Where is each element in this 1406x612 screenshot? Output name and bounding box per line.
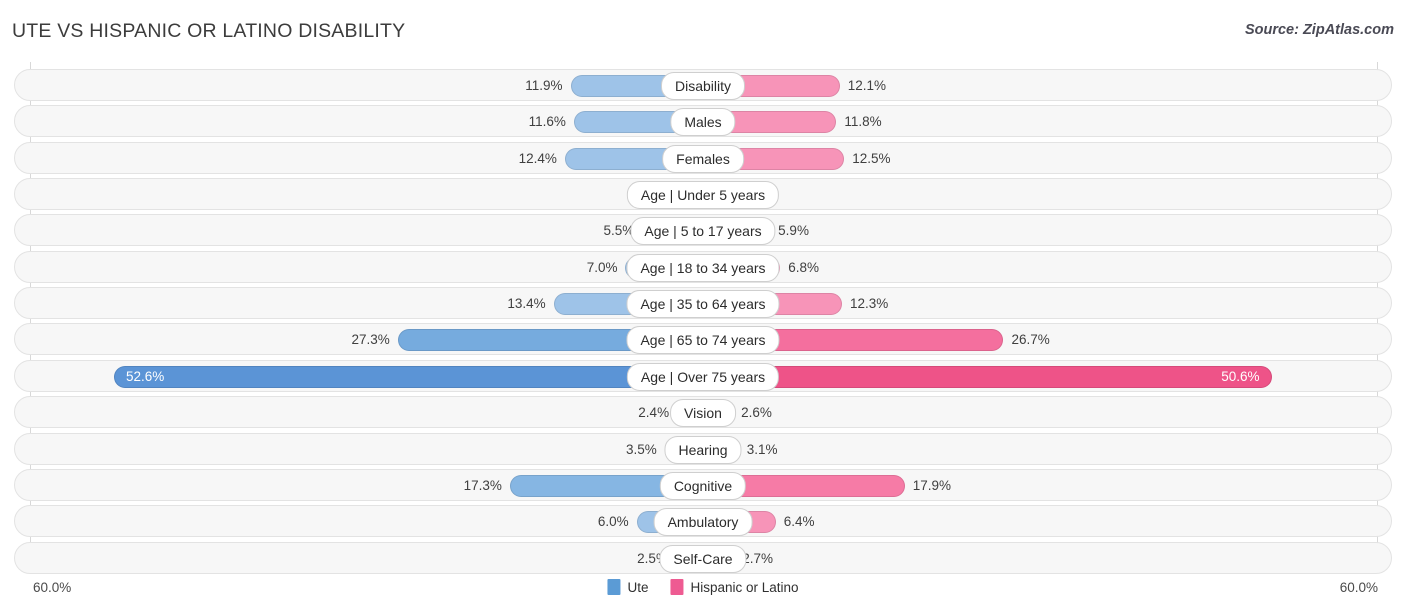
value-label-ute: 11.9% — [525, 78, 563, 93]
table-row[interactable]: 27.3% 26.7% Age | 65 to 74 years — [14, 323, 1392, 356]
value-label-hispanic-or-latino: 11.8% — [844, 114, 882, 130]
category-label: Age | Over 75 years — [626, 362, 780, 391]
legend-swatch-icon — [607, 579, 621, 595]
value-label-hispanic-or-latino: 12.5% — [852, 150, 891, 166]
category-label: Age | 35 to 64 years — [626, 290, 780, 319]
value-label-hispanic-or-latino: 2.6% — [741, 405, 772, 421]
table-row[interactable]: 11.9% 12.1% Disability — [14, 69, 1392, 101]
value-label-ute: 11.6% — [528, 114, 566, 130]
legend-item[interactable]: Ute — [607, 579, 648, 595]
value-label-ute: 2.4% — [638, 405, 670, 421]
value-label-hispanic-or-latino: 3.1% — [746, 441, 778, 457]
value-label-ute: 52.6% — [126, 368, 165, 384]
table-row[interactable]: 2.4% 2.6% Vision — [14, 396, 1392, 429]
legend-label: Hispanic or Latino — [690, 579, 799, 595]
category-label: Age | Under 5 years — [626, 181, 780, 210]
table-row[interactable]: 11.6% 11.8% Males — [14, 105, 1392, 138]
category-label: Age | 65 to 74 years — [626, 326, 780, 355]
value-label-ute: 27.3% — [351, 332, 390, 348]
table-row[interactable]: 2.5% 2.7% Self-Care — [14, 541, 1392, 574]
category-label: Ambulatory — [653, 508, 753, 537]
table-row[interactable]: 5.5% 5.9% Age | 5 to 17 years — [14, 214, 1392, 247]
axis-label-right: 60.0% — [1339, 580, 1378, 595]
value-label-hispanic-or-latino: 5.9% — [778, 223, 809, 239]
category-label: Age | 18 to 34 years — [626, 253, 780, 282]
category-label: Males — [670, 108, 736, 137]
chart-legend: Ute Hispanic or Latino — [607, 579, 799, 595]
value-label-ute: 17.3% — [463, 477, 502, 493]
category-label: Self-Care — [659, 544, 747, 573]
value-label-hispanic-or-latino: 17.9% — [912, 477, 952, 493]
category-label: Disability — [660, 72, 746, 100]
table-row[interactable]: 13.4% 12.3% Age | 35 to 64 years — [14, 287, 1392, 320]
category-label: Age | 5 to 17 years — [630, 217, 776, 246]
value-label-ute: 13.4% — [507, 296, 546, 312]
value-label-hispanic-or-latino: 26.7% — [1011, 332, 1050, 348]
value-label-hispanic-or-latino: 2.7% — [742, 550, 774, 566]
category-label: Cognitive — [659, 471, 747, 500]
page-title: UTE VS HISPANIC OR LATINO DISABILITY — [12, 20, 406, 42]
value-label-hispanic-or-latino: 12.1% — [847, 78, 886, 93]
value-label-ute: 3.5% — [625, 441, 657, 457]
table-row[interactable]: 0.86%1.3%Age | Under 5 years — [14, 178, 1392, 211]
value-label-ute: 5.5% — [603, 223, 635, 239]
value-label-ute: 12.4% — [518, 150, 557, 166]
axis-label-left: 60.0% — [33, 580, 72, 595]
category-label: Vision — [670, 399, 736, 428]
table-row[interactable]: 3.5% 3.1% Hearing — [14, 432, 1392, 465]
value-label-ute: 7.0% — [586, 259, 618, 275]
table-row[interactable]: 52.6% 50.6% Age | Over 75 years — [14, 359, 1392, 392]
legend-label: Ute — [627, 579, 649, 595]
diverging-bar-chart: 11.9% 12.1% Disability 11.6% 11.8% Males 12.4%… — [0, 62, 1406, 574]
source-attribution: Source: ZipAtlas.com — [1244, 22, 1394, 38]
table-row[interactable]: 12.4% 12.5% Females — [14, 141, 1392, 174]
chart-header: UTE VS HISPANIC OR LATINO DISABILITY Sou… — [0, 0, 1406, 62]
table-row[interactable]: 7.0% 6.8% Age | 18 to 34 years — [14, 250, 1392, 283]
legend-swatch-icon — [670, 579, 684, 595]
table-row[interactable]: 17.3% 17.9% Cognitive — [14, 468, 1392, 501]
value-label-ute: 6.0% — [597, 514, 629, 530]
value-label-hispanic-or-latino: 12.3% — [849, 296, 889, 312]
value-label-ute: 2.5% — [637, 550, 668, 566]
category-label: Females — [662, 144, 744, 173]
table-row[interactable]: 6.0% 6.4% Ambulatory — [14, 505, 1392, 538]
legend-item[interactable]: Hispanic or Latino — [670, 579, 799, 595]
category-label: Hearing — [664, 435, 742, 464]
value-label-hispanic-or-latino: 50.6% — [1221, 368, 1260, 384]
value-label-hispanic-or-latino: 6.8% — [788, 259, 820, 275]
chart-footer: 60.0% 60.0% Ute Hispanic or Latino — [0, 572, 1406, 612]
value-label-hispanic-or-latino: 6.4% — [783, 514, 815, 530]
